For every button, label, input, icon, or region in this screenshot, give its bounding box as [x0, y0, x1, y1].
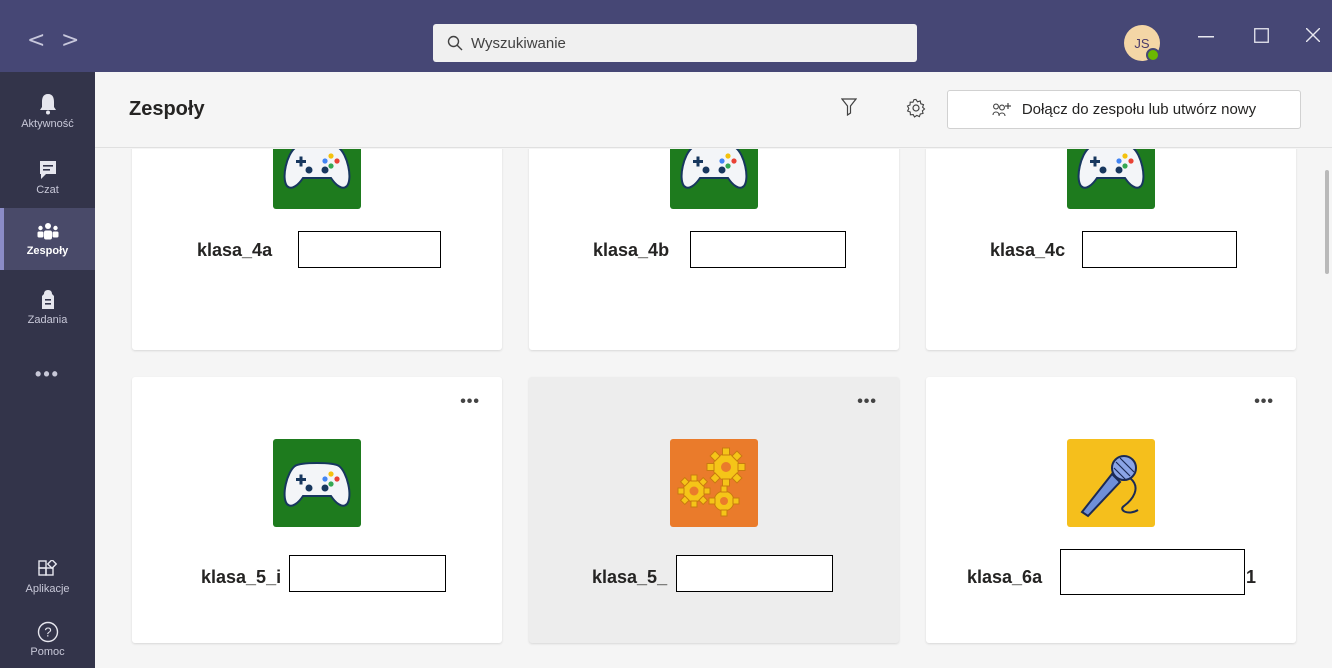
gamepad-icon [1077, 149, 1145, 189]
team-tile [1067, 439, 1155, 527]
join-or-create-team-button[interactable]: Dołącz do zespołu lub utwórz nowy [947, 90, 1301, 129]
rail-item-help[interactable]: ? Pomoc [0, 608, 95, 668]
rail-label-teams: Zespoły [26, 244, 69, 257]
chat-icon [39, 160, 56, 179]
team-more-options-button[interactable]: ••• [460, 393, 480, 411]
presence-available-icon [1146, 48, 1160, 62]
team-name: klasa_4b [593, 240, 670, 260]
gears-icon [677, 447, 746, 517]
team-tile [273, 149, 361, 209]
search-input[interactable]: Wyszukiwanie [433, 24, 917, 62]
microphone-icon [1080, 455, 1139, 518]
assignments-icon [41, 289, 54, 309]
close-icon[interactable] [1306, 28, 1320, 42]
gear-icon[interactable] [906, 98, 926, 118]
minimize-icon[interactable] [1198, 36, 1214, 38]
redaction-box [1082, 231, 1237, 268]
team-tile [1067, 149, 1155, 209]
rail-label-activity: Aktywność [21, 117, 74, 130]
redaction-box [690, 231, 846, 268]
team-name: klasa_4a [197, 240, 273, 260]
page-title: Zespoły [129, 98, 205, 120]
gamepad-icon [283, 149, 351, 189]
apps-icon [37, 559, 57, 576]
team-card-klasa-6a[interactable]: ••• klasa_6a 1 [926, 377, 1296, 643]
rail-item-apps[interactable]: Aplikacje [0, 546, 95, 608]
teams-icon [37, 222, 58, 239]
forward-button[interactable]: > [61, 30, 79, 52]
team-name-suffix: 1 [1246, 567, 1257, 587]
rail-label-chat: Czat [36, 183, 59, 196]
rail-label-apps: Aplikacje [25, 582, 70, 595]
team-more-options-button[interactable]: ••• [857, 393, 877, 411]
redaction-box [298, 231, 441, 268]
gamepad-icon [283, 462, 351, 507]
team-card-klasa-5[interactable]: ••• klasa_5_ [529, 377, 899, 643]
title-bar: < > Wyszukiwanie JS [0, 0, 1332, 72]
team-card-klasa-4a[interactable]: klasa_4a [132, 149, 502, 350]
filter-icon[interactable] [841, 98, 857, 116]
team-name: klasa_5_i [201, 567, 282, 587]
vertical-scrollbar[interactable] [1325, 170, 1329, 274]
redaction-box [676, 555, 833, 592]
team-tile [273, 439, 361, 527]
team-name: klasa_5_ [592, 567, 668, 587]
team-tile [670, 439, 758, 527]
gamepad-icon [680, 149, 748, 189]
rail-item-chat[interactable]: Czat [0, 146, 95, 208]
maximize-icon[interactable] [1254, 28, 1269, 43]
avatar-initials: JS [1134, 35, 1150, 51]
team-tile [670, 149, 758, 209]
rail-item-activity[interactable]: Aktywność [0, 80, 95, 142]
team-name: klasa_6a [967, 567, 1043, 587]
add-people-icon [992, 102, 1011, 116]
rail-item-assignments[interactable]: Zadania [0, 276, 95, 338]
redaction-box [1060, 549, 1245, 595]
back-button[interactable]: < [27, 30, 45, 52]
team-more-options-button[interactable]: ••• [1254, 393, 1274, 411]
teams-grid: klasa_4a klasa_4b klasa_4c ••• klasa_5_i… [95, 149, 1332, 668]
rail-more-button[interactable]: ••• [0, 364, 95, 385]
team-name: klasa_4c [990, 240, 1066, 260]
team-card-klasa-5-i[interactable]: ••• klasa_5_i [132, 377, 502, 643]
search-placeholder: Wyszukiwanie [471, 34, 566, 52]
join-or-create-team-label: Dołącz do zespołu lub utwórz nowy [1021, 101, 1257, 118]
app-rail: Aktywność Czat Zespoły Zadania ••• Aplik… [0, 72, 95, 668]
page-header: Zespoły Dołącz do zespołu lub utwórz now… [95, 72, 1332, 148]
search-icon [447, 35, 463, 51]
team-card-klasa-4b[interactable]: klasa_4b [529, 149, 899, 350]
rail-item-teams[interactable]: Zespoły [0, 208, 95, 270]
help-icon: ? [37, 621, 58, 642]
team-card-klasa-4c[interactable]: klasa_4c [926, 149, 1296, 350]
redaction-box [289, 555, 446, 592]
rail-label-assignments: Zadania [27, 313, 68, 326]
svg-text:?: ? [44, 624, 51, 639]
rail-label-help: Pomoc [30, 645, 65, 658]
bell-icon [39, 93, 56, 114]
